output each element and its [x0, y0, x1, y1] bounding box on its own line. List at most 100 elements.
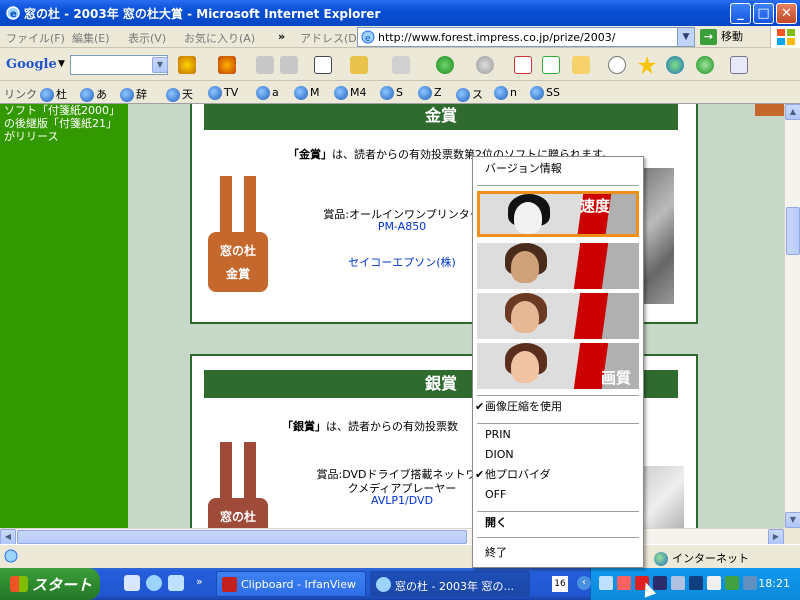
start-button[interactable]: スタート — [0, 568, 100, 600]
google-logo[interactable]: Google — [6, 57, 57, 72]
menu-open[interactable]: 開く — [473, 513, 643, 533]
go-button[interactable]: → 移動 — [700, 28, 760, 46]
menu-provider-off[interactable]: OFF — [473, 485, 643, 505]
mail-icon[interactable] — [730, 56, 748, 74]
status-bar: インターネット — [0, 544, 800, 568]
quicklaunch-desktop-icon[interactable] — [124, 575, 140, 591]
menu-exit[interactable]: 終了 — [473, 543, 643, 563]
media-icon[interactable] — [666, 56, 684, 74]
tray-collapse-chevron-icon[interactable]: ‹ — [577, 576, 591, 590]
address-url[interactable]: http://www.forest.impress.co.jp/prize/20… — [378, 31, 615, 44]
menu-overflow-chevron[interactable]: » — [278, 30, 285, 43]
link-item[interactable]: n — [494, 86, 517, 100]
highlight-icon[interactable] — [218, 56, 236, 74]
link-item[interactable]: TV — [208, 86, 238, 100]
link-item[interactable]: 天 — [166, 86, 193, 102]
tray-clock[interactable]: 18:21 — [758, 577, 790, 590]
svg-text:e: e — [10, 9, 17, 20]
menu-file[interactable]: ファイル(F) — [6, 30, 65, 46]
taskbar-task-ie[interactable]: 窓の杜 - 2003年 窓の... — [370, 571, 530, 597]
tray-app-icon[interactable] — [671, 576, 685, 590]
link-item[interactable]: M4 — [334, 86, 367, 100]
link-item[interactable]: 杜 — [40, 86, 67, 102]
folder-icon[interactable] — [350, 56, 368, 74]
link-item[interactable]: S — [380, 86, 403, 100]
tray-calendar-badge[interactable]: 16 — [552, 576, 568, 592]
link-item[interactable]: Z — [418, 86, 442, 100]
windows-flag-icon — [777, 29, 795, 45]
pencil-icon[interactable] — [392, 56, 410, 74]
stop-icon[interactable] — [514, 56, 532, 74]
scroll-left-icon[interactable]: ◀ — [0, 529, 16, 545]
menu-provider-dion[interactable]: DION — [473, 445, 643, 465]
status-page-icon — [4, 549, 18, 563]
back-icon[interactable] — [436, 56, 454, 74]
address-bar[interactable]: e http://www.forest.impress.co.jp/prize/… — [357, 27, 695, 47]
internet-globe-icon — [654, 552, 668, 566]
quicklaunch-explorer-icon[interactable] — [168, 575, 184, 591]
scroll-up-icon[interactable]: ▲ — [785, 104, 800, 120]
link-item[interactable]: M — [294, 86, 320, 100]
quality-option-3[interactable] — [477, 293, 639, 339]
history-icon[interactable] — [696, 56, 714, 74]
vertical-scrollbar[interactable]: ▲ ▼ — [784, 104, 800, 528]
scroll-down-icon[interactable]: ▼ — [785, 512, 800, 528]
tray-security-icon[interactable] — [617, 576, 631, 590]
quality-option-2[interactable] — [477, 243, 639, 289]
ie-page-icon — [120, 88, 134, 102]
sidebar: ソフト「付箋紙2000」の後継版「付箋紙21」がリリース — [0, 104, 128, 528]
tray-network-icon[interactable] — [599, 576, 613, 590]
tray-app4-icon[interactable] — [725, 576, 739, 590]
horizontal-scrollbar[interactable]: ◀ ▶ — [0, 528, 784, 545]
address-dropdown-chevron-icon[interactable]: ▼ — [677, 28, 694, 46]
gold-medal-text: 窓の杜 — [219, 244, 256, 258]
link-item[interactable]: a — [256, 86, 279, 100]
link-item[interactable]: 辞 — [120, 86, 147, 102]
home-icon[interactable] — [572, 56, 590, 74]
google-search-dropdown-icon[interactable]: ▼ — [152, 57, 168, 73]
scroll-right-icon[interactable]: ▶ — [768, 529, 784, 545]
tray-app3-icon[interactable] — [707, 576, 721, 590]
menu-use-compression[interactable]: ✔ 画像圧縮を使用 — [473, 397, 643, 417]
menu-version-info[interactable]: バージョン情報 — [473, 159, 643, 179]
menu-provider-other[interactable]: ✔ 他プロバイダ — [473, 465, 643, 485]
search-binoculars-icon[interactable] — [178, 56, 196, 74]
taskbar-task-irfanview[interactable]: Clipboard - IrfanView — [216, 571, 366, 597]
minimize-button[interactable]: _ — [730, 3, 751, 24]
forward-icon[interactable] — [476, 56, 494, 74]
google-menu-chevron-icon[interactable]: ▼ — [58, 59, 65, 69]
refresh-icon[interactable] — [542, 56, 560, 74]
menu-favorites[interactable]: お気に入り(A) — [184, 30, 255, 46]
tray-monitor-icon[interactable] — [653, 576, 667, 590]
menu-view[interactable]: 表示(V) — [128, 30, 166, 46]
link-item[interactable]: SS — [530, 86, 560, 100]
menu-edit[interactable]: 編集(E) — [72, 30, 110, 46]
quicklaunch-ie-icon[interactable] — [146, 575, 162, 591]
title-bar[interactable]: e 窓の杜 - 2003年 窓の杜大賞 - Microsoft Internet… — [0, 0, 800, 26]
quicklaunch-overflow-chevron[interactable]: » — [196, 575, 203, 588]
horizontal-scroll-thumb[interactable] — [17, 530, 467, 544]
maximize-button[interactable]: □ — [753, 3, 774, 24]
windows-logo-throbber — [770, 26, 800, 48]
close-button[interactable]: ✕ — [776, 3, 797, 24]
back-disabled-icon[interactable] — [256, 56, 274, 74]
quality-quality-label: 画質 — [601, 369, 632, 387]
popup-blocker-icon[interactable] — [314, 56, 332, 74]
quality-option-speed[interactable]: 速度 — [477, 191, 639, 237]
search-icon[interactable] — [608, 56, 626, 74]
taskbar: スタート » Clipboard - IrfanView 窓の杜 - 2003年… — [0, 568, 800, 600]
ie-page-icon — [80, 88, 94, 102]
links-bar: リンク 杜 あ 辞 天 TV a M M4 S Z ス n SS — [0, 81, 800, 104]
windows-flag-icon — [10, 576, 28, 592]
quality-option-quality[interactable]: 画質 — [477, 343, 639, 389]
link-item[interactable]: ス — [456, 86, 483, 102]
menu-provider-prin[interactable]: PRIN — [473, 425, 643, 445]
sidebar-news-text[interactable]: ソフト「付箋紙2000」の後継版「付箋紙21」がリリース — [4, 104, 120, 143]
forward-disabled-icon[interactable] — [280, 56, 298, 74]
gold-medal-image: 窓の杜 金賞 — [208, 176, 268, 300]
gold-medal-sub: 金賞 — [225, 267, 250, 281]
link-item[interactable]: あ — [80, 86, 107, 102]
tray-volume-icon[interactable] — [743, 576, 757, 590]
vertical-scroll-thumb[interactable] — [786, 207, 800, 255]
tray-app2-icon[interactable] — [689, 576, 703, 590]
